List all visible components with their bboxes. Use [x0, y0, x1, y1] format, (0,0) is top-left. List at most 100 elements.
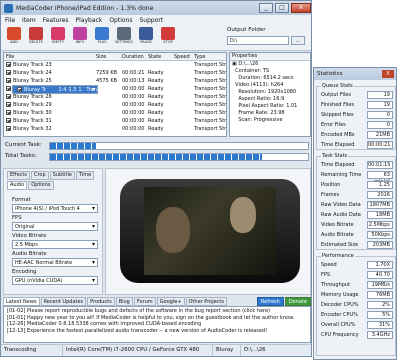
tab-other-projects[interactable]: Other Projects	[185, 297, 227, 306]
menu-support[interactable]: Support	[139, 17, 163, 24]
row-checkbox[interactable]	[6, 126, 11, 131]
audio-bitrate-select[interactable]: HE-AAC Normal Bitrate	[12, 258, 98, 267]
stat-row: FPS 40.70	[321, 271, 395, 279]
stat-value: 40.70	[367, 271, 393, 279]
add-button[interactable]: ADD	[4, 27, 24, 49]
file-cell	[94, 109, 120, 117]
stat-value: 76MB	[367, 291, 393, 299]
tab-audio[interactable]: Audio	[7, 181, 28, 190]
tab-options[interactable]: Options	[28, 181, 54, 190]
menu-options[interactable]: Options	[109, 17, 132, 24]
row-checkbox[interactable]	[6, 118, 11, 123]
output-folder-input[interactable]: D:\	[227, 36, 289, 45]
row-checkbox[interactable]	[17, 87, 22, 92]
row-checkbox[interactable]	[6, 86, 11, 91]
file-row[interactable]: Bluray Track 28 00:00:00 Ready Transport St…	[4, 93, 226, 101]
empty-button[interactable]: EMPTY	[48, 27, 68, 49]
news-item[interactable]: [01-02] Please report reproducible bugs …	[7, 308, 307, 315]
tab-blog[interactable]: Blog	[115, 297, 133, 306]
browse-button[interactable]: ...	[291, 36, 305, 45]
file-cell: 1.3%	[68, 87, 77, 93]
col-duration[interactable]: Duration	[120, 53, 146, 60]
app-icon	[4, 3, 13, 13]
play-icon	[95, 27, 109, 40]
stat-label: Speed	[321, 262, 337, 268]
info-button[interactable]: INFO	[70, 27, 90, 49]
file-row[interactable]: Bluray Track 29 00:00:00 Ready Transport St…	[4, 101, 226, 109]
news-item[interactable]: [12-13] Experience the fastest paralleli…	[7, 328, 307, 335]
play-button[interactable]: PLAY	[92, 27, 112, 49]
encoding-select[interactable]: GPU (nVidia CUDA)	[12, 276, 98, 285]
file-cell: 1.70X	[78, 87, 84, 93]
col-type[interactable]: Type	[192, 53, 226, 60]
row-checkbox[interactable]	[6, 94, 11, 99]
file-cell: 00:00:00	[122, 86, 145, 92]
tab-forum[interactable]: Forum	[133, 297, 156, 306]
minimize-button[interactable]: _	[259, 3, 273, 13]
tab-time[interactable]: Time	[75, 171, 95, 180]
file-cell: Transport Str	[86, 87, 97, 93]
row-checkbox[interactable]	[6, 70, 11, 75]
file-cell: 00:00:00	[122, 94, 145, 100]
stat-value: 3.4GHz	[367, 331, 393, 339]
statistics-close-button[interactable]: X	[382, 70, 394, 78]
tab-crop[interactable]: Crop	[31, 171, 49, 180]
file-cell: 00:00:21	[122, 70, 145, 76]
stat-row: Error Files 0	[321, 121, 395, 129]
tab-subtitle[interactable]: Subtitle	[49, 171, 75, 180]
stat-value: 0	[367, 111, 393, 119]
stat-row: Overall CPU% 31%	[321, 321, 395, 329]
stat-value: 18MB	[367, 211, 393, 219]
refresh-button[interactable]: Refresh	[256, 297, 284, 306]
maximize-button[interactable]: □	[275, 3, 289, 13]
stat-row: Time Elapsed 00:00:21	[321, 141, 395, 149]
delete-button[interactable]: DELETE	[26, 27, 46, 49]
pause-button[interactable]: PAUSE	[136, 27, 156, 49]
file-row[interactable]: Bluray Track 31 00:00:00 Ready Transport St…	[4, 117, 226, 125]
file-row[interactable]: Bluray Track 23 Transport Str	[4, 61, 226, 69]
row-checkbox[interactable]	[6, 62, 11, 67]
row-checkbox[interactable]	[6, 110, 11, 115]
stat-value: 203MB	[367, 241, 393, 249]
menu-item[interactable]: Item	[22, 17, 36, 24]
stat-row: Decoder CPU% 2%	[321, 301, 395, 309]
file-cell	[172, 93, 192, 101]
tab-latest-news[interactable]: Latest News	[3, 297, 40, 306]
tab-products[interactable]: Products	[87, 297, 115, 306]
stop-button[interactable]: STOP	[158, 27, 178, 49]
file-row[interactable]: Bluray Track 24 7259 KB 00:00:21 Ready Trans…	[4, 69, 226, 77]
window-title: MediaCoder iPhone/iPad Edition - 1.3% do…	[16, 4, 154, 12]
row-checkbox[interactable]	[6, 102, 11, 107]
file-name: Bluray Track 29	[13, 102, 52, 108]
file-row[interactable]: Bluray Track 32 00:00:00 Ready Transport St…	[4, 125, 226, 133]
stat-row: Memory Usage 76MB	[321, 291, 395, 299]
settings-button[interactable]: SETTINGS	[114, 27, 134, 49]
stat-row: Encoder CPU% 5%	[321, 311, 395, 319]
col-file[interactable]: File	[4, 53, 94, 60]
format-select[interactable]: iPhone 4(S) / iPod Touch 4	[12, 204, 98, 213]
menu-features[interactable]: Features	[43, 17, 69, 24]
donate-button[interactable]: Donate	[284, 297, 311, 306]
file-cell: Transport Str	[194, 70, 226, 76]
tab-google-plus[interactable]: Google+	[156, 297, 185, 306]
file-row[interactable]: Bluray Track 25 4575 KB 00:00:13 Ready Trans…	[4, 77, 226, 85]
col-size[interactable]: Size	[94, 53, 120, 60]
file-row[interactable]: Bluray Track 30 00:00:00 Ready Transport St…	[4, 109, 226, 117]
file-list-header: File Size Duration State Speed Type	[4, 53, 226, 61]
menu-file[interactable]: File	[5, 17, 15, 24]
stat-label: Encoder CPU%	[321, 312, 358, 318]
tab-recent-updates[interactable]: Recent Updates	[40, 297, 87, 306]
row-checkbox[interactable]	[6, 78, 11, 83]
col-state[interactable]: State	[146, 53, 172, 60]
file-cell: 7259 KB	[96, 70, 118, 76]
file-cell: Ready	[148, 126, 164, 132]
status-hardware: Intel(R) Core(TM) i7-2600 CPU / GeForce …	[63, 345, 213, 356]
video-bitrate-select[interactable]: 2.5 Mbps	[12, 240, 98, 249]
file-row[interactable]: Bluray Track 26 1:46:341.3%1.70XTransport…	[12, 85, 98, 94]
stat-label: Raw Audio Data	[321, 212, 361, 218]
col-speed[interactable]: Speed	[172, 53, 192, 60]
close-button[interactable]: X	[291, 3, 311, 13]
tab-effects[interactable]: Effects	[7, 171, 30, 180]
fps-select[interactable]: Original	[12, 222, 98, 231]
menu-playback[interactable]: Playback	[76, 17, 103, 24]
